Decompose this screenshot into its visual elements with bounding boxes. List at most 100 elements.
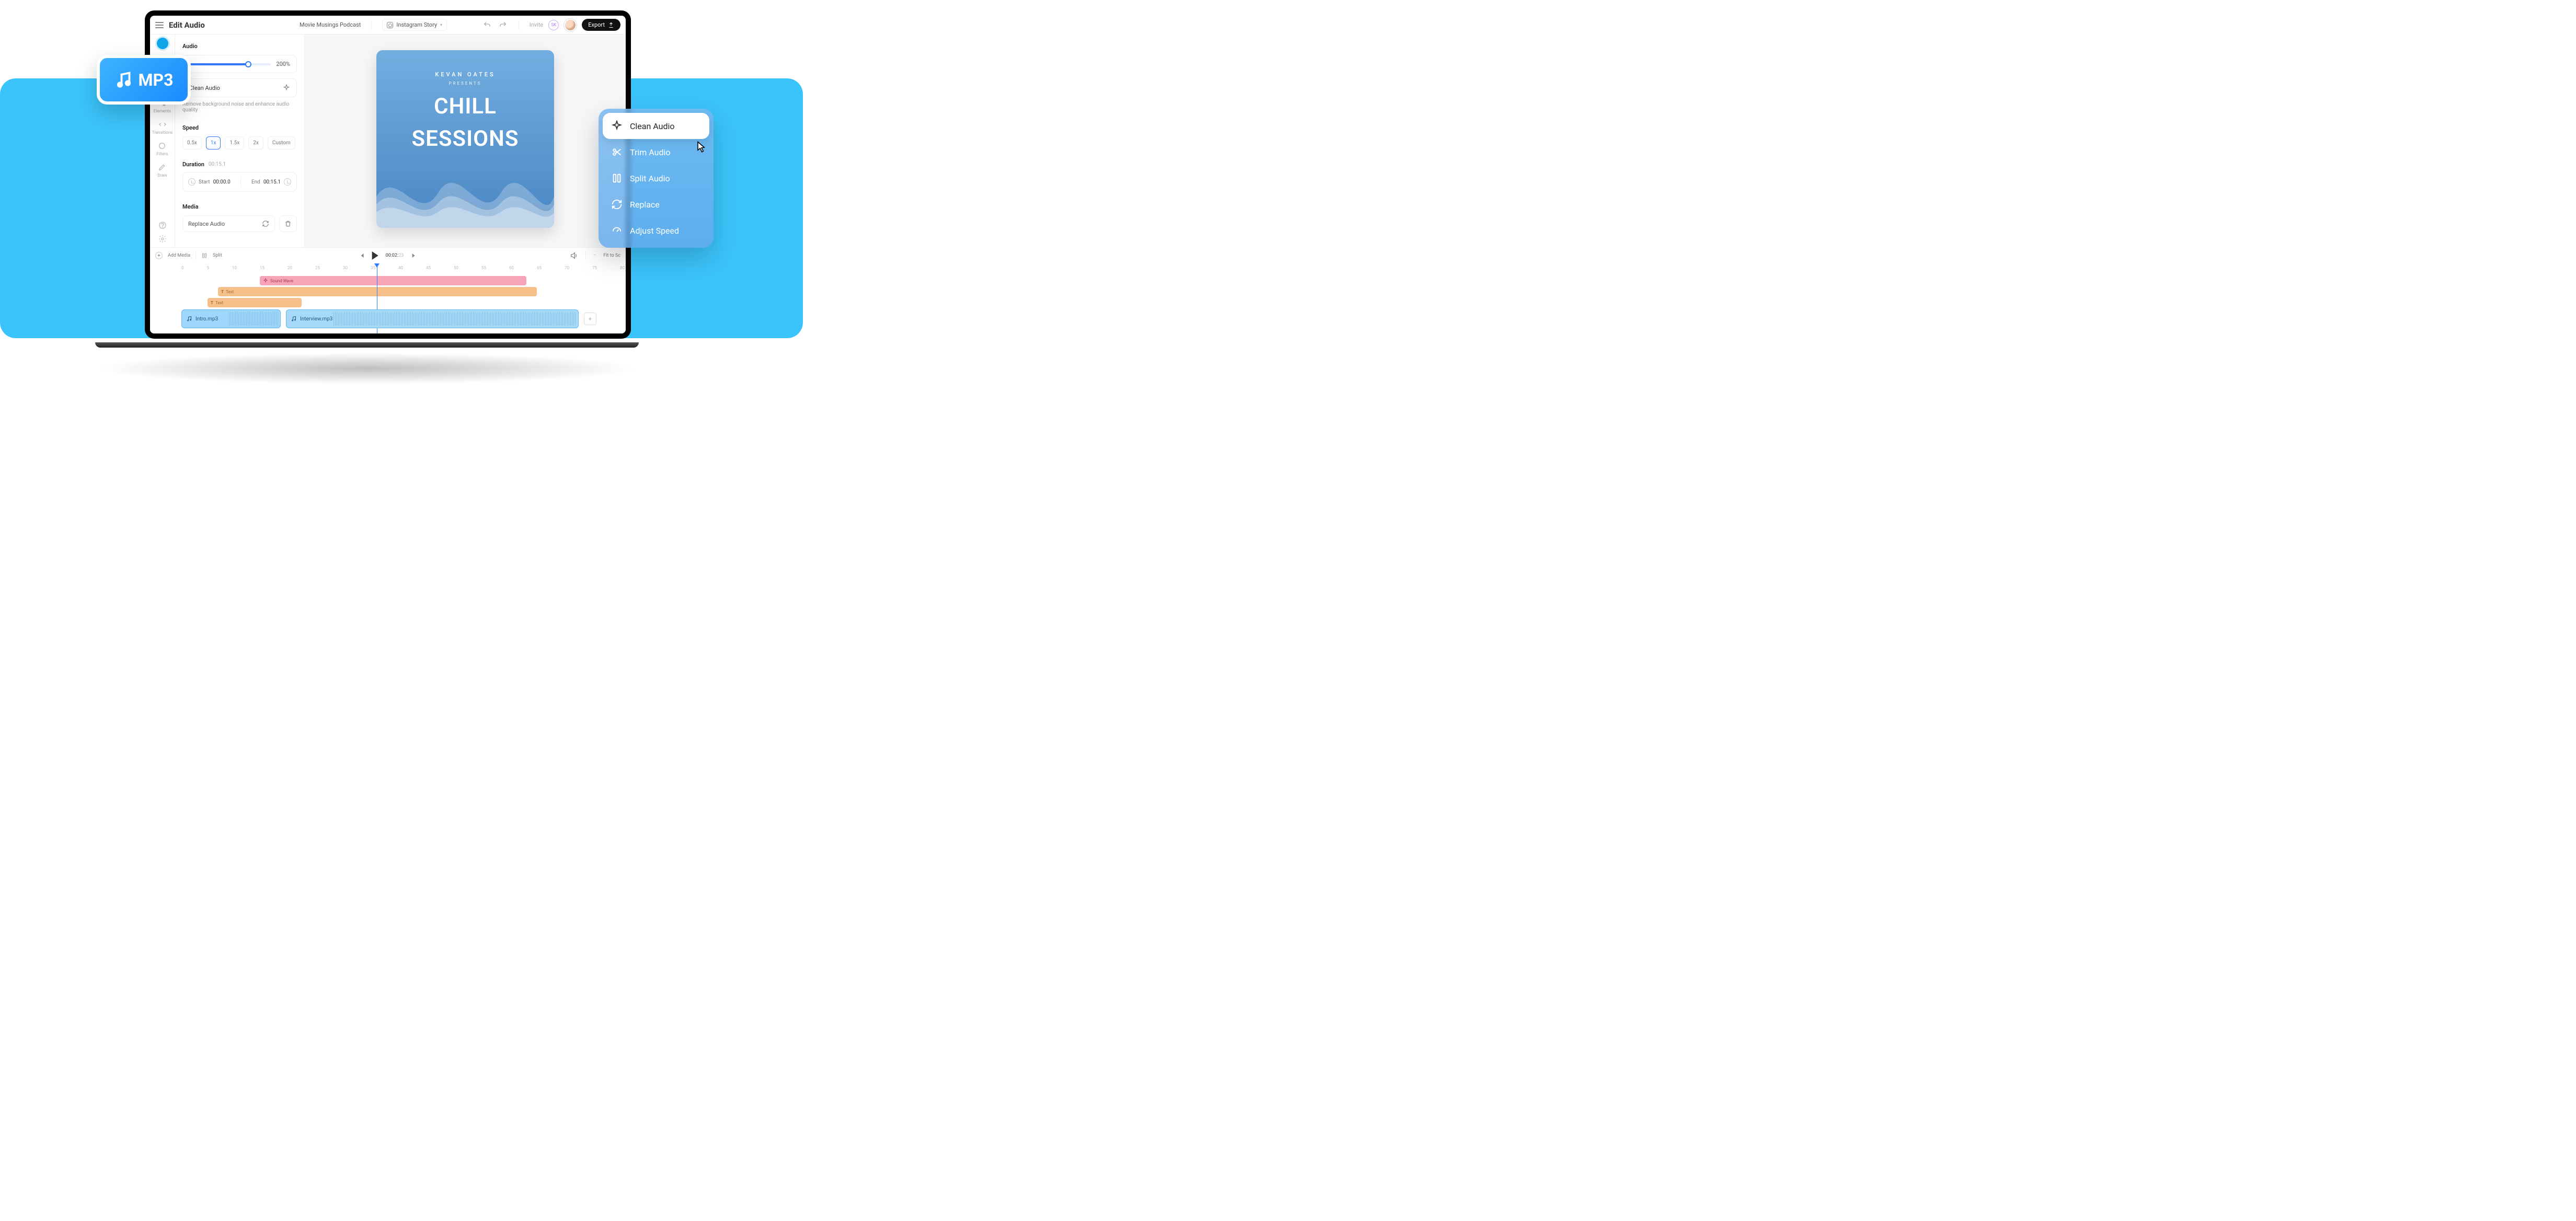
speed-0.5x[interactable]: 0.5x bbox=[182, 136, 202, 149]
format-label: Instagram Story bbox=[396, 21, 437, 28]
speed-1.5x[interactable]: 1.5x bbox=[225, 136, 244, 149]
edit-panel: Audio 200% Clean Audio Remove background… bbox=[175, 34, 305, 247]
playhead-handle[interactable] bbox=[374, 263, 380, 268]
draw-icon bbox=[157, 163, 167, 172]
clean-audio-label: Clean Audio bbox=[189, 85, 220, 91]
ctx-icon bbox=[611, 225, 623, 236]
settings-icon[interactable] bbox=[158, 235, 167, 243]
trash-icon bbox=[284, 220, 292, 227]
track-sound-wave[interactable]: Sound Wave bbox=[260, 276, 526, 285]
export-label: Export bbox=[588, 21, 605, 28]
add-track-button[interactable]: + bbox=[584, 313, 596, 325]
format-chip[interactable]: Instagram Story ▾ bbox=[382, 19, 447, 31]
clip-intro[interactable]: Intro.mp3 bbox=[181, 309, 281, 328]
duration-heading: Duration bbox=[182, 161, 204, 168]
sparkle-icon bbox=[263, 278, 268, 283]
end-label: End bbox=[251, 179, 260, 185]
replace-label: Replace Audio bbox=[188, 221, 225, 227]
ctx-split-audio[interactable]: Split Audio bbox=[603, 165, 709, 191]
laptop-screen: Edit Audio Movie Musings Podcast Instagr… bbox=[145, 10, 631, 339]
cover-wave-icon bbox=[376, 155, 554, 228]
rail-filters[interactable]: Filters bbox=[156, 141, 168, 156]
canvas-area[interactable]: KEVAN OATES PRESENTS CHILL SESSIONS bbox=[305, 34, 626, 247]
sparkle-icon bbox=[283, 84, 290, 91]
divider bbox=[371, 20, 372, 30]
start-label: Start bbox=[199, 179, 210, 185]
cover-title-1: CHILL bbox=[376, 95, 554, 118]
invite-label[interactable]: Invite bbox=[530, 21, 544, 28]
track-text-2[interactable]: TText bbox=[208, 298, 302, 307]
clip-interview[interactable]: Interview.mp3 bbox=[286, 309, 579, 328]
clock-end-icon bbox=[284, 178, 291, 186]
audio-heading: Audio bbox=[182, 43, 297, 50]
refresh-icon bbox=[262, 220, 269, 227]
top-bar: Edit Audio Movie Musings Podcast Instagr… bbox=[150, 16, 626, 34]
playhead-time: 00:02:23 bbox=[386, 253, 404, 258]
split-label[interactable]: Split bbox=[213, 253, 222, 258]
volume-icon[interactable] bbox=[570, 251, 578, 260]
cover-title-2: SESSIONS bbox=[376, 128, 554, 151]
export-button[interactable]: Export bbox=[582, 19, 620, 31]
ctx-icon bbox=[611, 172, 623, 184]
delete-audio-button[interactable] bbox=[279, 215, 297, 232]
app-window: Edit Audio Movie Musings Podcast Instagr… bbox=[150, 16, 626, 333]
redo-button[interactable] bbox=[498, 20, 508, 30]
ctx-clean-audio[interactable]: Clean Audio bbox=[603, 113, 709, 139]
ctx-trim-audio[interactable]: Trim Audio bbox=[603, 139, 709, 165]
ctx-adjust-speed[interactable]: Adjust Speed bbox=[603, 217, 709, 244]
duration-total: 00:15.1 bbox=[209, 162, 226, 167]
project-name[interactable]: Movie Musings Podcast bbox=[300, 21, 361, 28]
duration-box: Start 00:00.0 End 00:15.1 bbox=[182, 172, 297, 192]
collaborator-avatar[interactable]: SK bbox=[548, 20, 559, 30]
cover-presents: PRESENTS bbox=[376, 81, 554, 86]
music-note-icon bbox=[291, 316, 297, 322]
ruler: 0510152025303540455055606570758085 bbox=[181, 263, 605, 274]
clean-audio-button[interactable]: Clean Audio bbox=[182, 78, 297, 97]
upload-icon bbox=[608, 22, 614, 28]
replace-audio-button[interactable]: Replace Audio bbox=[182, 215, 275, 232]
mp3-badge: MP3 bbox=[97, 55, 191, 105]
fit-label[interactable]: Fit to Sc bbox=[603, 253, 620, 258]
clock-start-icon bbox=[188, 178, 196, 186]
prev-button[interactable] bbox=[359, 252, 365, 259]
ctx-icon bbox=[611, 120, 623, 132]
help-icon[interactable] bbox=[158, 221, 167, 229]
timeline-body[interactable]: 0510152025303540455055606570758085 Sound… bbox=[150, 263, 626, 333]
page-title: Edit Audio bbox=[169, 20, 284, 30]
waveform bbox=[229, 312, 278, 326]
split-icon[interactable] bbox=[201, 252, 208, 259]
start-value[interactable]: 00:00.0 bbox=[213, 179, 231, 185]
volume-slider[interactable] bbox=[189, 63, 271, 65]
end-value[interactable]: 00:15.1 bbox=[263, 179, 281, 185]
instagram-icon bbox=[387, 22, 393, 28]
waveform bbox=[334, 312, 576, 326]
record-icon[interactable] bbox=[157, 38, 168, 49]
add-icon[interactable]: + bbox=[155, 252, 163, 259]
context-menu: Clean AudioTrim AudioSplit AudioReplaceA… bbox=[599, 109, 714, 248]
volume-slider-row: 200% bbox=[182, 55, 297, 73]
add-media-label[interactable]: Add Media bbox=[168, 253, 190, 258]
speed-heading: Speed bbox=[182, 124, 297, 131]
timeline-toolbar: + Add Media Split 00:02:23 − bbox=[150, 248, 626, 263]
rail-transitions[interactable]: Transitions bbox=[152, 120, 173, 135]
ctx-replace[interactable]: Replace bbox=[603, 191, 709, 217]
chevron-down-icon: ▾ bbox=[440, 22, 442, 27]
filters-icon bbox=[157, 141, 167, 151]
menu-button[interactable] bbox=[155, 22, 164, 28]
transitions-icon bbox=[158, 120, 167, 129]
ctx-icon bbox=[611, 146, 623, 158]
speed-1x[interactable]: 1x bbox=[206, 136, 221, 149]
rail-draw[interactable]: Draw bbox=[157, 163, 167, 178]
music-note-icon bbox=[186, 316, 192, 322]
music-note-icon bbox=[114, 71, 133, 89]
speed-2x[interactable]: 2x bbox=[248, 136, 263, 149]
user-avatar[interactable] bbox=[564, 19, 577, 31]
timeline: + Add Media Split 00:02:23 − bbox=[150, 247, 626, 333]
next-button[interactable] bbox=[411, 252, 417, 259]
cover-art[interactable]: KEVAN OATES PRESENTS CHILL SESSIONS bbox=[376, 50, 554, 228]
track-text-1[interactable]: TText bbox=[218, 287, 537, 296]
clean-audio-hint: Remove background noise and enhance audi… bbox=[182, 101, 297, 113]
play-button[interactable] bbox=[372, 251, 378, 260]
undo-button[interactable] bbox=[482, 20, 492, 30]
speed-Custom[interactable]: Custom bbox=[268, 136, 295, 149]
